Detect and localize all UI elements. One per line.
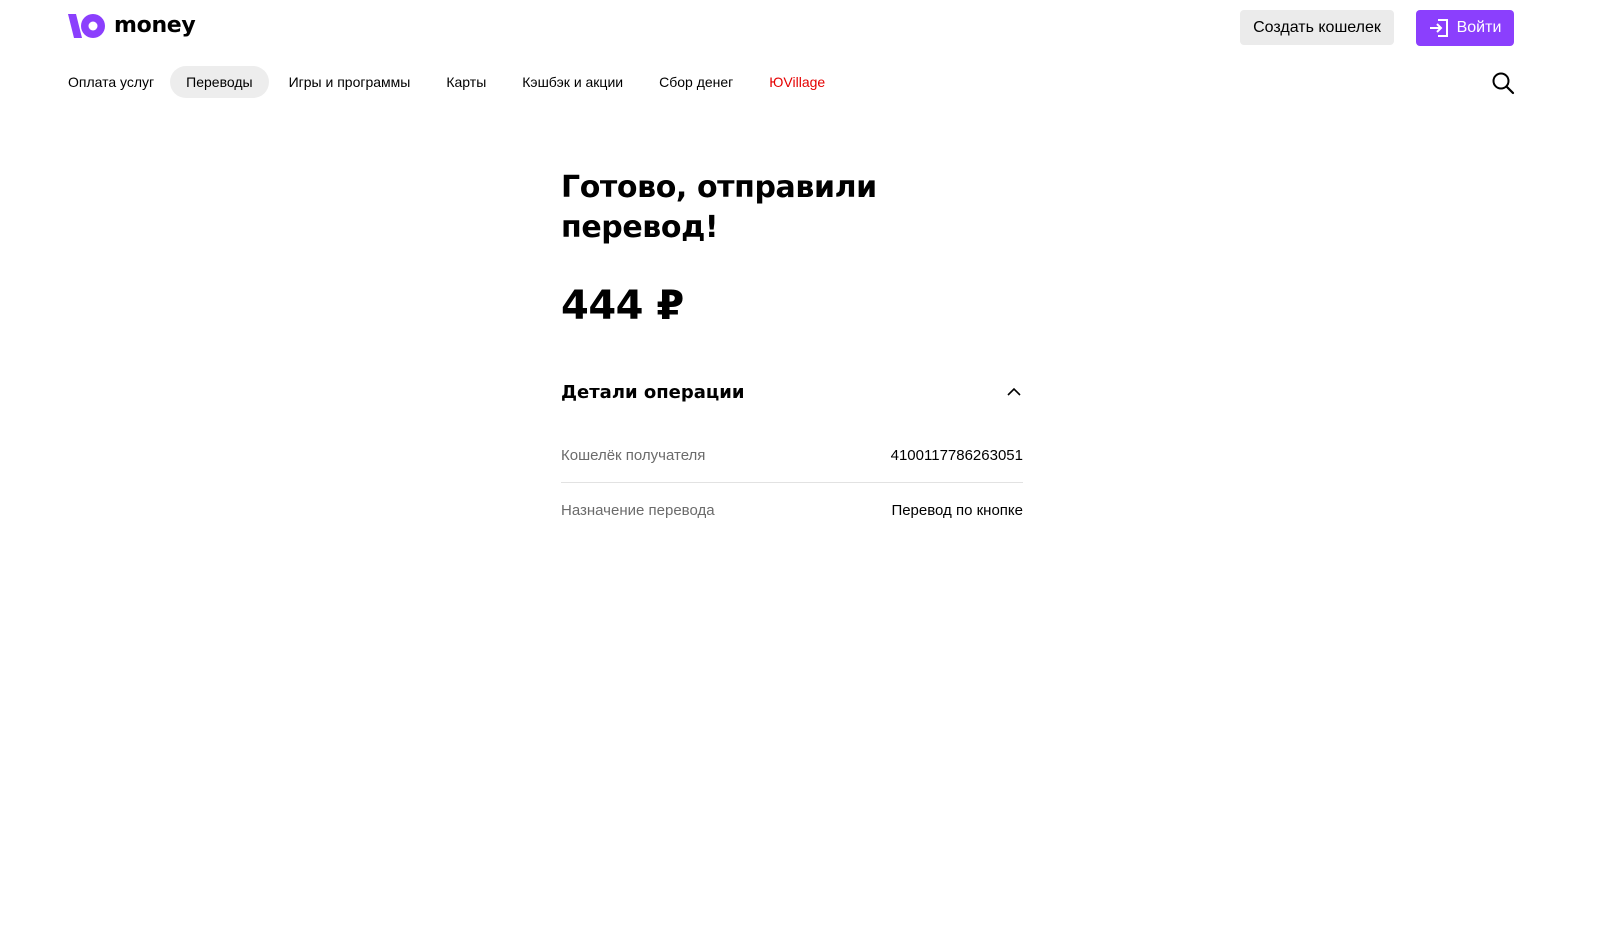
nav-item-fundraising[interactable]: Сбор денег bbox=[643, 66, 749, 98]
transfer-result: Готово, отправили перевод! 444 ₽ Детали … bbox=[561, 168, 1023, 537]
login-label: Войти bbox=[1456, 19, 1502, 36]
login-icon bbox=[1429, 19, 1448, 37]
main-nav: Оплата услуг Переводы Игры и программы К… bbox=[68, 66, 841, 98]
create-wallet-button[interactable]: Создать кошелек bbox=[1240, 10, 1394, 45]
transfer-amount: 444 ₽ bbox=[561, 283, 684, 329]
brand-logo[interactable]: money bbox=[68, 12, 196, 40]
nav-item-transfers[interactable]: Переводы bbox=[170, 66, 269, 98]
detail-row-recipient-wallet: Кошелёк получателя 4100117786263051 bbox=[561, 428, 1023, 483]
detail-value: Перевод по кнопке bbox=[891, 501, 1023, 519]
nav-item-cashback[interactable]: Кэшбэк и акции bbox=[506, 66, 639, 98]
details-toggle[interactable]: Детали операции bbox=[561, 376, 1023, 408]
detail-label: Назначение перевода bbox=[561, 501, 715, 519]
page-title: Готово, отправили перевод! bbox=[561, 170, 877, 245]
brand-name: money bbox=[114, 13, 196, 38]
nav-item-cards[interactable]: Карты bbox=[430, 66, 502, 98]
search-icon[interactable] bbox=[1491, 71, 1515, 95]
nav-item-yuvillage[interactable]: ЮVillage bbox=[753, 66, 841, 98]
detail-row-transfer-purpose: Назначение перевода Перевод по кнопке bbox=[561, 483, 1023, 537]
details-title: Детали операции bbox=[561, 381, 745, 403]
login-button[interactable]: Войти bbox=[1416, 10, 1514, 46]
create-wallet-label: Создать кошелек bbox=[1253, 18, 1381, 36]
chevron-up-icon bbox=[1007, 387, 1021, 396]
nav-item-games[interactable]: Игры и программы bbox=[273, 66, 427, 98]
detail-label: Кошелёк получателя bbox=[561, 446, 706, 464]
page: money Создать кошелек Войти Оплата услуг… bbox=[0, 0, 1597, 940]
detail-value: 4100117786263051 bbox=[890, 446, 1023, 464]
yoomoney-logo-icon bbox=[68, 14, 105, 38]
nav-item-services[interactable]: Оплата услуг bbox=[68, 66, 170, 98]
